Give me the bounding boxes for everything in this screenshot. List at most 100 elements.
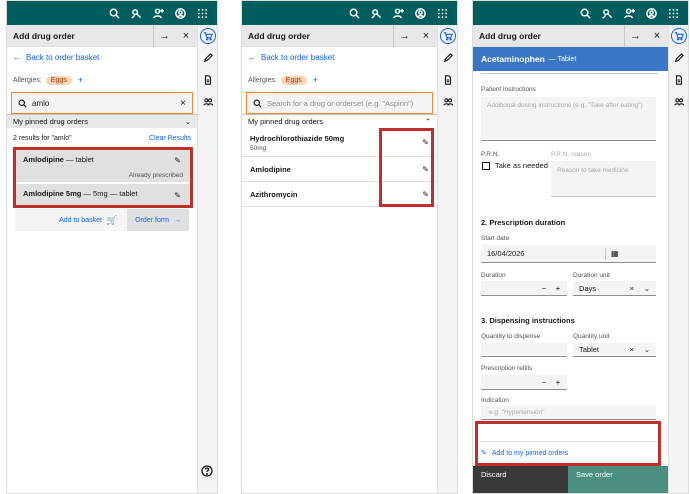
top-navbar: [242, 1, 457, 25]
add-patient-icon[interactable]: [147, 1, 169, 25]
back-link-label: Back to order basket: [26, 53, 100, 62]
arrow-left-icon: ←: [13, 53, 21, 62]
search-icon[interactable]: [574, 1, 596, 25]
document-icon[interactable]: [669, 69, 688, 91]
user-avatar-icon[interactable]: [169, 1, 191, 25]
close-icon[interactable]: ×: [415, 25, 437, 47]
workspace-title: Add drug order: [13, 30, 75, 41]
order-basket-rail-button[interactable]: [669, 25, 688, 47]
users-icon[interactable]: [669, 91, 688, 113]
allergies-row: Allergies: Eggs +: [248, 75, 318, 85]
back-link[interactable]: ← Back to order basket: [13, 53, 99, 62]
panel-search-results: Add drug order → × ← Back to order baske…: [6, 0, 218, 494]
quantity-unit-label: Quantity unit: [573, 333, 610, 340]
tile-actions: Add to basket 🛒 Order form →: [15, 209, 189, 231]
refills-input[interactable]: − +: [481, 375, 567, 390]
quantity-input[interactable]: [481, 343, 567, 357]
user-avatar-icon[interactable]: [409, 1, 431, 25]
order-form-button[interactable]: Order form →: [127, 209, 189, 231]
search-placeholder: Search for a drug or orderset (e.g. "Asp…: [267, 98, 414, 108]
order-basket-rail-button[interactable]: [198, 25, 217, 47]
clear-search-icon[interactable]: ×: [174, 98, 192, 109]
indication-input[interactable]: e.g. "Hypertension": [481, 406, 656, 420]
cart-icon: 🛒: [105, 214, 118, 225]
user-avatar-icon[interactable]: [640, 1, 662, 25]
patient-search-icon[interactable]: [365, 1, 387, 25]
refills-stepper: − +: [537, 378, 565, 387]
duration-stepper: − +: [537, 284, 565, 293]
add-allergy-button[interactable]: +: [313, 75, 318, 85]
clear-icon[interactable]: ×: [630, 345, 634, 354]
refills-label: Prescription refills: [481, 365, 533, 372]
patient-search-icon[interactable]: [596, 1, 618, 25]
take-as-needed-checkbox[interactable]: Take as needed: [482, 161, 548, 170]
prn-reason-input[interactable]: Reason to take medicine: [551, 161, 656, 197]
start-date-input[interactable]: 16/04/2026 ▦: [481, 245, 656, 263]
app-switcher-icon[interactable]: [191, 1, 213, 25]
increment-button[interactable]: +: [551, 284, 565, 293]
search-icon[interactable]: [103, 1, 125, 25]
allergies-row: Allergies: Eggs +: [13, 75, 83, 85]
results-header: 2 results for "amlo" Clear Results: [13, 135, 191, 142]
prn-label: P.R.N.: [481, 151, 500, 158]
drug-name: Acetaminophen: [481, 54, 545, 64]
divider: [605, 248, 606, 260]
workspace-title: Add drug order: [479, 30, 541, 41]
results-count: 2 results for "amlo": [13, 135, 72, 142]
back-link[interactable]: ← Back to order basket: [248, 53, 334, 62]
users-icon[interactable]: [198, 91, 217, 113]
start-date-value: 16/04/2026: [487, 249, 525, 258]
arrow-right-icon[interactable]: →: [153, 24, 175, 47]
users-icon[interactable]: [438, 91, 457, 113]
drug-search-input[interactable]: amlo ×: [11, 92, 193, 114]
save-order-button[interactable]: Save order: [568, 466, 668, 493]
pinned-orders-accordion[interactable]: My pinned drug orders ⌄: [7, 114, 197, 128]
highlight-box: [13, 147, 193, 208]
app-switcher-icon[interactable]: [662, 1, 684, 25]
side-rail: [437, 25, 457, 493]
quantity-unit-select[interactable]: Tablet × ⌄: [573, 343, 656, 357]
discard-button[interactable]: Discard: [473, 466, 568, 493]
document-icon[interactable]: [198, 69, 217, 91]
decrement-button[interactable]: −: [537, 284, 551, 293]
calendar-icon[interactable]: ▦: [611, 249, 619, 258]
arrow-left-icon: ←: [248, 53, 256, 62]
patient-search-icon[interactable]: [125, 1, 147, 25]
search-icon: [12, 98, 32, 108]
help-icon[interactable]: [201, 465, 213, 479]
add-to-basket-button[interactable]: Add to basket: [59, 217, 102, 224]
duration-input[interactable]: − +: [481, 281, 567, 296]
allergy-tag: Eggs: [45, 75, 72, 85]
decrement-button[interactable]: −: [537, 378, 551, 387]
app-switcher-icon[interactable]: [431, 1, 453, 25]
drug-search-input[interactable]: Search for a drug or orderset (e.g. "Asp…: [246, 92, 433, 114]
dispensing-instructions-heading: 3. Dispensing instructions: [481, 316, 575, 325]
pinned-header-label: My pinned drug orders: [248, 117, 324, 126]
add-allergy-button[interactable]: +: [78, 75, 83, 85]
allergy-tag: Eggs: [280, 75, 307, 85]
pinned-orders-accordion[interactable]: My pinned drug orders ⌃: [242, 114, 437, 128]
pen-icon[interactable]: [669, 47, 688, 69]
search-icon[interactable]: [343, 1, 365, 25]
increment-button[interactable]: +: [551, 378, 565, 387]
close-icon[interactable]: ×: [646, 25, 668, 47]
document-icon[interactable]: [438, 69, 457, 91]
arrow-right-icon[interactable]: →: [393, 24, 415, 47]
duration-unit-select[interactable]: Days × ⌄: [573, 281, 656, 296]
patient-instructions-textarea[interactable]: Additional dosing instructions (e.g. "Ta…: [481, 97, 656, 141]
close-icon[interactable]: ×: [175, 25, 197, 47]
order-basket-rail-button[interactable]: [438, 25, 457, 47]
divider: [481, 73, 658, 74]
clear-icon[interactable]: ×: [630, 284, 634, 293]
arrow-right-icon[interactable]: →: [624, 24, 646, 47]
search-value: amlo: [32, 98, 50, 108]
add-patient-icon[interactable]: [387, 1, 409, 25]
clear-results-button[interactable]: Clear Results: [149, 135, 191, 142]
allergies-label: Allergies:: [13, 76, 42, 84]
add-patient-icon[interactable]: [618, 1, 640, 25]
pen-icon[interactable]: [198, 47, 217, 69]
duration-unit-value: Days: [579, 283, 597, 293]
start-date-label: Start date: [481, 235, 510, 242]
indication-label: Indication: [481, 397, 509, 404]
pen-icon[interactable]: [438, 47, 457, 69]
